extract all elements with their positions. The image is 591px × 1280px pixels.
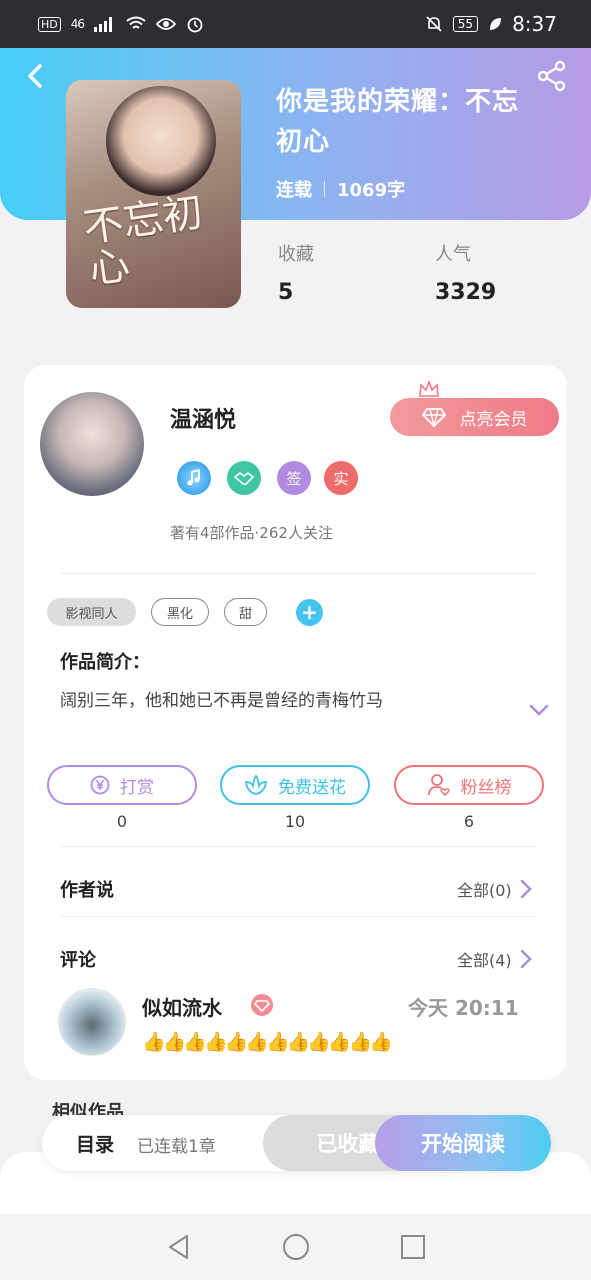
fan-count: 6 [463,812,475,831]
word-count: 1069字 [337,180,406,201]
flower-icon [245,774,267,795]
divider [60,846,535,847]
book-cover[interactable]: 不忘初心 [66,80,241,308]
status-bar: HD 46 55 8:37 [0,0,591,48]
divider [60,573,535,574]
share-icon[interactable] [536,60,568,92]
synopsis-heading: 作品简介： [60,652,150,673]
serial-status: 连载 [276,180,312,201]
add-tag-button[interactable]: + [296,599,323,626]
book-title: 你是我的荣耀：不忘初心 [276,87,520,157]
author-says-heading: 作者说 [60,880,114,901]
start-reading-button[interactable]: 开始阅读 [375,1115,551,1171]
comments-see-all[interactable]: 全部(4) [457,947,532,971]
chapter-count[interactable]: 已连载1章 [137,1132,216,1157]
wifi-icon [126,16,146,29]
author-says-count: 全部(0) [457,881,512,900]
fan-ranking-label: 粉丝榜 [460,777,512,798]
handshake-icon [234,471,254,486]
commenter-avatar[interactable] [58,988,126,1056]
comments-heading: 评论 [60,950,96,971]
yen-coin-icon [90,775,110,795]
comment-time: 今天 20:11 [408,996,519,1020]
system-nav-bar [0,1214,591,1280]
author-name[interactable]: 温涵悦 [170,402,236,434]
nav-home-icon[interactable] [282,1233,310,1261]
eye-icon [156,18,177,30]
book-meta: 连载 1069字 [276,176,405,202]
nav-back-icon[interactable] [165,1233,193,1261]
chevron-down-icon[interactable] [528,702,550,718]
table-of-contents-button[interactable]: 目录 [76,1130,114,1157]
music-note-icon [187,469,200,486]
commenter-name[interactable]: 似如流水 [142,992,222,1021]
music-note-badge-icon[interactable] [177,461,211,495]
vip-button-label: 点亮会员 [459,409,528,430]
alarm-icon [187,17,203,33]
network-type: 46 [70,17,85,31]
author-says-see-all[interactable]: 全部(0) [457,877,532,901]
vip-gem-icon [251,994,273,1016]
tip-button[interactable]: 打赏 [47,765,197,805]
clock: 8:37 [512,12,557,36]
popularity-stat: 人气 3329 [435,240,496,305]
meta-divider [324,181,325,197]
favorites-label: 收藏 [278,244,314,265]
nav-recents-icon[interactable] [399,1233,427,1261]
tag-item[interactable]: 甜 [224,598,267,626]
cover-portrait [106,86,216,196]
battery-level: 55 [452,16,479,32]
signed-badge[interactable]: 签 [277,461,311,495]
tip-count: 0 [116,812,128,831]
popularity-label: 人气 [435,244,471,265]
tag-item[interactable]: 黑化 [151,598,209,626]
chevron-right-icon [520,879,532,899]
flower-count: 10 [284,812,306,831]
tip-button-label: 打赏 [120,777,154,798]
send-flower-button[interactable]: 免费送花 [220,765,370,805]
synopsis-text: 阔别三年，他和她已不再是曾经的青梅竹马 [60,691,383,711]
popularity-value: 3329 [435,280,497,305]
chevron-right-icon [520,949,532,969]
send-flower-label: 免费送花 [278,777,346,798]
verified-badge[interactable]: 实 [324,461,358,495]
crown-icon [419,380,439,397]
light-up-vip-button[interactable]: 点亮会员 [390,398,559,436]
handshake-badge-icon[interactable] [227,461,261,495]
tag-item[interactable]: 影视同人 [47,598,136,626]
fan-ranking-button[interactable]: 粉丝榜 [394,765,544,805]
leaf-icon [490,18,502,30]
comment-text: 👍👍👍👍👍👍👍👍👍👍👍👍 [142,1031,393,1053]
bottom-action-bar: 目录 已连载1章 已收藏 开始阅读 [42,1115,551,1171]
author-stats: 著有4部作品·262人关注 [170,524,333,542]
cover-title-text: 不忘初心 [80,189,206,294]
favorites-value: 5 [278,280,294,305]
divider [60,916,535,917]
diamond-icon [421,408,446,427]
hd-indicator: HD [38,16,61,32]
signal-icon [94,17,113,32]
author-avatar[interactable] [40,392,144,496]
similar-works-heading: 相似作品 [52,1102,124,1116]
comments-count: 全部(4) [457,951,512,970]
back-arrow-icon[interactable] [22,62,50,90]
favorites-stat: 收藏 5 [278,240,314,305]
fan-user-icon [427,774,450,797]
mute-bell-icon [426,16,442,32]
